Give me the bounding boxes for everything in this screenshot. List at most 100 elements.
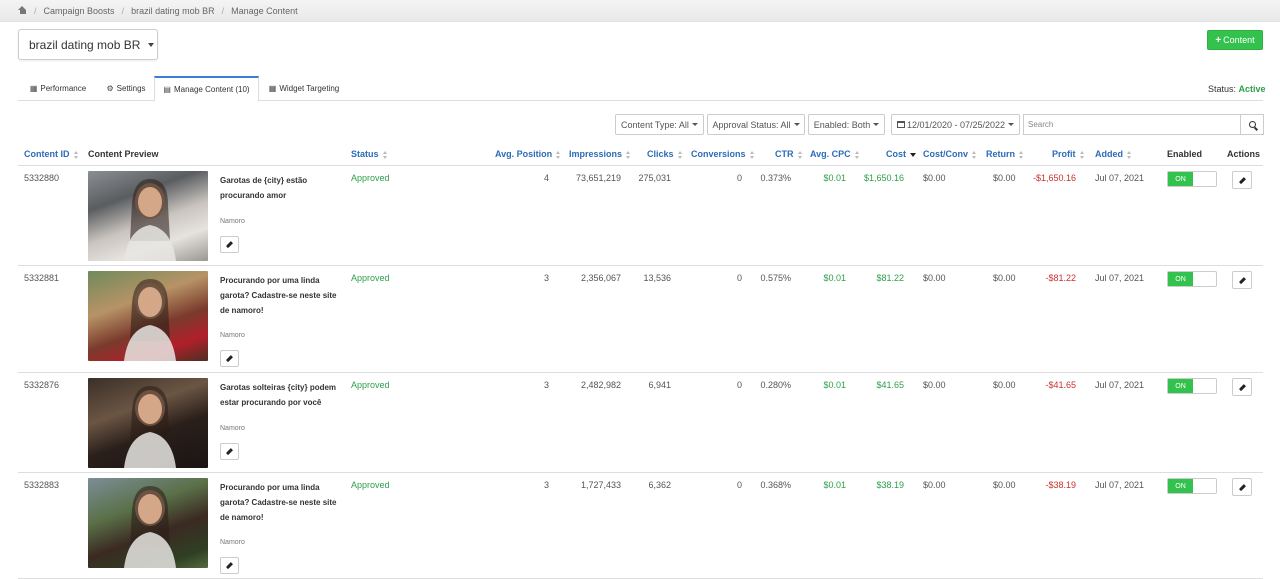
clicks-value: 13,536: [643, 273, 671, 283]
edit-content-button[interactable]: [220, 557, 239, 574]
content-thumbnail[interactable]: [88, 478, 208, 568]
row-action-edit-button[interactable]: [1232, 478, 1252, 496]
pencil-icon: [1238, 276, 1246, 284]
clicks-value: 275,031: [638, 173, 671, 183]
header-avg-cpc-label: Avg. CPC: [810, 149, 851, 159]
breadcrumb-current: Manage Content: [231, 5, 298, 16]
tab-manage-content[interactable]: ▤ Manage Content (10): [154, 76, 259, 102]
grid-icon: ▦: [268, 84, 277, 93]
header-cost-conv[interactable]: Cost/Conv: [923, 149, 977, 159]
cost-conv-value: $0.00: [923, 480, 946, 490]
header-impressions-label: Impressions: [569, 149, 623, 159]
breadcrumb-campaign[interactable]: brazil dating mob BR: [131, 6, 215, 16]
tab-performance[interactable]: ▦ Performance: [18, 76, 98, 101]
breadcrumb-separator: /: [221, 5, 225, 16]
header-return[interactable]: Return: [986, 149, 1024, 159]
search-button[interactable]: [1240, 114, 1264, 135]
tab-manage-content-label: Manage Content (10): [173, 85, 250, 94]
caret-down-icon: [793, 123, 800, 126]
avg-position-value: 3: [543, 380, 549, 390]
added-value: Jul 07, 2021: [1095, 273, 1145, 283]
thumbnail-photo: [124, 486, 176, 568]
header-conversions-label: Conversions: [691, 149, 746, 159]
pencil-icon: [226, 448, 233, 455]
content-id: 5332883: [24, 480, 60, 490]
return-value: $0.00: [993, 480, 1016, 490]
row-action-edit-button[interactable]: [1232, 378, 1252, 396]
header-added[interactable]: Added: [1095, 149, 1132, 159]
header-avg-cpc[interactable]: Avg. CPC: [810, 149, 860, 159]
approval-status-filter[interactable]: Approval Status: All: [707, 114, 805, 135]
content-type-filter[interactable]: Content Type: All: [615, 114, 704, 135]
caret-down-icon: [873, 123, 880, 126]
edit-content-button[interactable]: [220, 443, 239, 460]
enabled-toggle[interactable]: ON: [1167, 378, 1217, 394]
calendar-icon: [896, 121, 905, 128]
campaign-select[interactable]: brazil dating mob BR: [18, 29, 158, 60]
add-content-button[interactable]: + Content: [1207, 30, 1263, 50]
thumbnail-photo: [124, 179, 176, 261]
header-conversions[interactable]: Conversions: [691, 149, 755, 159]
toggle-on-label: ON: [1168, 479, 1193, 493]
content-category: Namoro: [220, 425, 245, 432]
header-clicks[interactable]: Clicks: [647, 149, 683, 159]
toggle-on-label: ON: [1168, 272, 1193, 286]
cost-value: $81.22: [876, 273, 904, 283]
header-content-id[interactable]: Content ID: [24, 149, 79, 159]
added-value: Jul 07, 2021: [1095, 380, 1145, 390]
table-row: 5332881 Approved 3 2,356,067 13,536 0 0.575% $0…: [18, 266, 1263, 373]
toggle-on-label: ON: [1168, 379, 1193, 393]
breadcrumb-separator: /: [34, 5, 37, 16]
sort-icon: [1127, 150, 1132, 159]
header-actions: Actions: [1227, 149, 1261, 159]
ctr-value: 0.368%: [760, 480, 791, 490]
added-value: Jul 07, 2021: [1095, 173, 1145, 183]
content-thumbnail[interactable]: [88, 171, 208, 261]
enabled-toggle[interactable]: ON: [1167, 271, 1217, 287]
breadcrumb-campaign-boosts[interactable]: Campaign Boosts: [44, 6, 115, 16]
header-added-label: Added: [1095, 149, 1123, 159]
enabled-toggle[interactable]: ON: [1167, 478, 1217, 494]
avg-position-value: 3: [543, 273, 549, 283]
impressions-value: 73,651,219: [575, 173, 621, 183]
conversions-value: 0: [736, 273, 742, 283]
tab-settings-label: Settings: [116, 84, 146, 93]
header-ctr[interactable]: CTR: [775, 149, 803, 159]
profit-value: -$1,650.16: [1032, 173, 1076, 183]
table-row: 5332883 Approved 3 1,727,433 6,362 0 0.368% $0.…: [18, 473, 1263, 579]
profit-value: -$38.19: [1045, 480, 1076, 490]
header-profit[interactable]: Profit: [1052, 149, 1085, 159]
content-thumbnail[interactable]: [88, 271, 208, 361]
edit-content-button[interactable]: [220, 236, 239, 253]
row-action-edit-button[interactable]: [1232, 271, 1252, 289]
content-thumbnail[interactable]: [88, 378, 208, 468]
content-headline: Garotas de {city} estão procurando amor: [220, 176, 308, 200]
tab-settings[interactable]: ⚙ Settings: [98, 76, 154, 101]
avg-cpc-value: $0.01: [823, 480, 846, 490]
pencil-icon: [1238, 483, 1246, 491]
header-avg-position[interactable]: Avg. Position: [495, 149, 561, 159]
search-input[interactable]: [1023, 114, 1241, 135]
tab-widget-targeting[interactable]: ▦ Widget Targeting: [259, 76, 349, 101]
enabled-filter[interactable]: Enabled: Both: [808, 114, 885, 135]
content-id: 5332881: [24, 273, 60, 283]
row-action-edit-button[interactable]: [1232, 171, 1252, 189]
header-cost-label: Cost: [886, 149, 906, 159]
pencil-icon: [226, 241, 233, 248]
edit-content-button[interactable]: [220, 350, 239, 367]
header-impressions[interactable]: Impressions: [569, 149, 631, 159]
date-range-picker[interactable]: 12/01/2020 - 07/25/2022: [891, 114, 1020, 135]
enabled-toggle[interactable]: ON: [1167, 171, 1217, 187]
avg-position-value: 4: [543, 173, 549, 183]
added-value: Jul 07, 2021: [1095, 480, 1145, 490]
caret-down-icon: [691, 123, 698, 126]
status-value: Approved: [351, 380, 390, 390]
tab-widget-targeting-label: Widget Targeting: [279, 84, 340, 93]
header-status[interactable]: Status: [351, 149, 388, 159]
status-value: Approved: [351, 173, 390, 183]
table-header: Content ID Content Preview Status Avg. P…: [18, 144, 1263, 166]
header-cost[interactable]: Cost: [886, 149, 916, 159]
bar-chart-icon: ▦: [29, 84, 38, 93]
home-icon[interactable]: [18, 6, 27, 15]
content-type-filter-label: Content Type: All: [621, 119, 689, 130]
